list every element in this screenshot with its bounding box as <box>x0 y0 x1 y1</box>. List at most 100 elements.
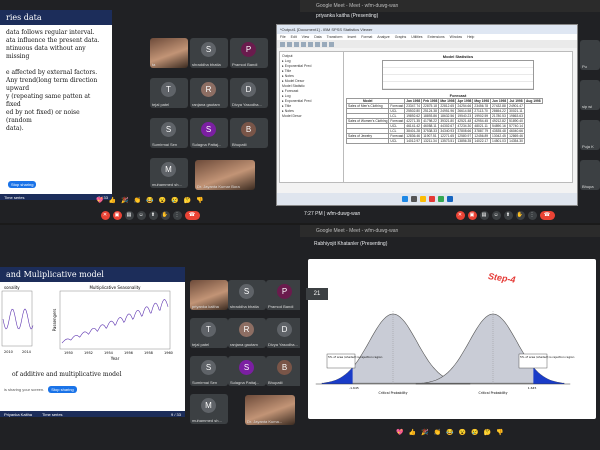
participant-tile[interactable]: Mmuhammed sh... <box>190 394 228 424</box>
mic-off-icon[interactable]: ✕ <box>100 210 110 220</box>
menu-item[interactable]: Data <box>314 35 321 39</box>
find-icon[interactable] <box>322 41 327 47</box>
party-icon[interactable]: 🎉 <box>121 197 128 204</box>
participant-name: Bhupatii <box>232 142 247 147</box>
captions-icon[interactable]: ▤ <box>479 210 489 220</box>
laugh-icon[interactable]: 😂 <box>146 197 153 204</box>
participant-tile[interactable]: Dr. Jayanta Kumar Bora <box>195 160 255 190</box>
present-icon[interactable]: ⬆ <box>148 210 158 220</box>
participant-tile[interactable]: Pu <box>580 40 600 70</box>
menu-item[interactable]: Graphs <box>395 35 406 39</box>
stop-sharing-button[interactable]: Stop sharing <box>48 386 77 393</box>
participant-tile[interactable]: sip wi <box>580 80 600 110</box>
present-icon[interactable]: ⬆ <box>503 210 513 220</box>
surprise-icon[interactable]: 😮 <box>159 197 166 204</box>
participant-tile[interactable]: priyanka kaitha <box>190 280 228 310</box>
emoji-icon[interactable]: ☺ <box>136 210 146 220</box>
menu-item[interactable]: View <box>302 35 310 39</box>
participant-tile[interactable]: Ttejal patel <box>190 318 228 348</box>
explorer-icon[interactable] <box>419 196 426 202</box>
menu-item[interactable]: Format <box>361 35 372 39</box>
start-icon[interactable] <box>401 196 408 202</box>
participant-tile[interactable]: B Bhupatii <box>266 356 300 386</box>
tab-title[interactable]: Google Meet - Meet - wfm-duwg-wan <box>316 228 398 234</box>
participant-tile[interactable]: S Sumirmai Sen <box>150 118 188 148</box>
party-icon[interactable]: 🎉 <box>421 429 428 436</box>
search-icon[interactable] <box>410 196 417 202</box>
sad-icon[interactable]: 😢 <box>171 197 178 204</box>
thinking-icon[interactable]: 🤔 <box>184 197 191 204</box>
participant-tile[interactable]: ta <box>150 38 188 68</box>
redo-icon[interactable] <box>308 41 313 47</box>
participant-tile[interactable]: Ttejal patel <box>150 78 188 108</box>
camera-off-icon[interactable]: ▣ <box>467 210 477 220</box>
thumbs-up-icon[interactable]: 👍 <box>109 197 116 204</box>
hang-up-button[interactable]: ☎ <box>539 210 555 220</box>
captions-icon[interactable]: ▤ <box>124 210 134 220</box>
undo-icon[interactable] <box>301 41 306 47</box>
participant-tile[interactable]: Sshraddha bhatia <box>228 280 266 310</box>
spss-toolbar <box>277 40 577 48</box>
navigator-item[interactable]: Model Descr <box>282 114 342 119</box>
chart-icon[interactable] <box>329 41 334 47</box>
sad-icon[interactable]: 😢 <box>471 429 478 436</box>
avatar: M <box>201 398 216 413</box>
participant-tile[interactable]: S Sulagna Pattaj... <box>190 118 228 148</box>
clap-icon[interactable]: 👏 <box>434 429 441 436</box>
save-icon[interactable] <box>287 41 292 47</box>
camera-off-icon[interactable]: ▣ <box>112 210 122 220</box>
menu-item[interactable]: Insert <box>347 35 356 39</box>
stop-sharing-button[interactable]: Stop sharing <box>8 181 37 188</box>
menu-item[interactable]: Utilities <box>411 35 422 39</box>
menu-item[interactable]: Window <box>450 35 462 39</box>
raise-hand-icon[interactable]: ✋ <box>515 210 525 220</box>
menu-item[interactable]: Extensions <box>428 35 445 39</box>
participant-tile[interactable]: S Sulagna Pattaj... <box>228 356 266 386</box>
chrome-icon[interactable] <box>437 196 444 202</box>
participant-tile[interactable]: S Sumirmai Sen <box>190 356 228 386</box>
participant-tile[interactable]: B Bhupatii <box>230 118 268 148</box>
mic-off-icon[interactable]: ✕ <box>455 210 465 220</box>
thumbs-up-icon[interactable]: 👍 <box>409 429 416 436</box>
participant-tile[interactable]: D Divya Yasodha... <box>266 318 300 348</box>
open-icon[interactable] <box>280 41 285 47</box>
participant-tile[interactable]: Puja K <box>580 120 600 150</box>
print-icon[interactable] <box>294 41 299 47</box>
participant-tile[interactable]: Mmuhammed sh... <box>150 158 188 188</box>
menu-item[interactable]: Analyze <box>377 35 389 39</box>
participant-tile[interactable]: D Divya Yasodha... <box>230 78 268 108</box>
output-navigator[interactable]: Output ▸ Log ▸ Exponential Pred ▸ Title … <box>279 51 345 183</box>
laugh-icon[interactable]: 😂 <box>446 429 453 436</box>
participant-tile[interactable]: Bhupa <box>580 160 600 190</box>
hang-up-button[interactable]: ☎ <box>184 210 200 220</box>
participant-tile[interactable]: P Pramod Bandi <box>230 38 268 68</box>
heart-icon[interactable]: 💖 <box>96 197 103 204</box>
footer-author: Priyanka Kaitha <box>4 411 33 417</box>
spss-icon[interactable] <box>428 196 435 202</box>
participant-tile[interactable]: Rranjana gautam <box>228 318 266 348</box>
surprise-icon[interactable]: 😮 <box>459 429 466 436</box>
thinking-icon[interactable]: 🤔 <box>484 429 491 436</box>
thumbs-down-icon[interactable]: 👎 <box>196 197 203 204</box>
participant-tile[interactable]: Dr. Jayanta Kuma... <box>245 395 295 425</box>
heart-icon[interactable]: 💖 <box>396 429 403 436</box>
menu-item[interactable]: Help <box>467 35 474 39</box>
emoji-icon[interactable]: ☺ <box>491 210 501 220</box>
column-header: Mar 1998 <box>438 98 457 104</box>
menu-item[interactable]: File <box>280 35 286 39</box>
more-options-icon[interactable]: ⋮ <box>172 210 182 220</box>
participant-name: shraddha bhatia <box>230 304 259 309</box>
menu-item[interactable]: Edit <box>291 35 297 39</box>
thumbs-down-icon[interactable]: 👎 <box>496 429 503 436</box>
goto-data-icon[interactable] <box>315 41 320 47</box>
raise-hand-icon[interactable]: ✋ <box>160 210 170 220</box>
participant-tile[interactable]: P Pramod Bandi <box>266 280 300 310</box>
tab-title[interactable]: Google Meet - Meet - wfm-duwg-wan <box>316 3 398 9</box>
presenter-name: Rabhiyojit Khatanler (Presenting) <box>314 241 388 247</box>
edge-icon[interactable] <box>446 196 453 202</box>
participant-tile[interactable]: Rranjana gautam <box>190 78 228 108</box>
more-options-icon[interactable]: ⋮ <box>527 210 537 220</box>
clap-icon[interactable]: 👏 <box>134 197 141 204</box>
participant-tile[interactable]: Sshraddha bhatia <box>190 38 228 68</box>
menu-item[interactable]: Transform <box>327 35 343 39</box>
